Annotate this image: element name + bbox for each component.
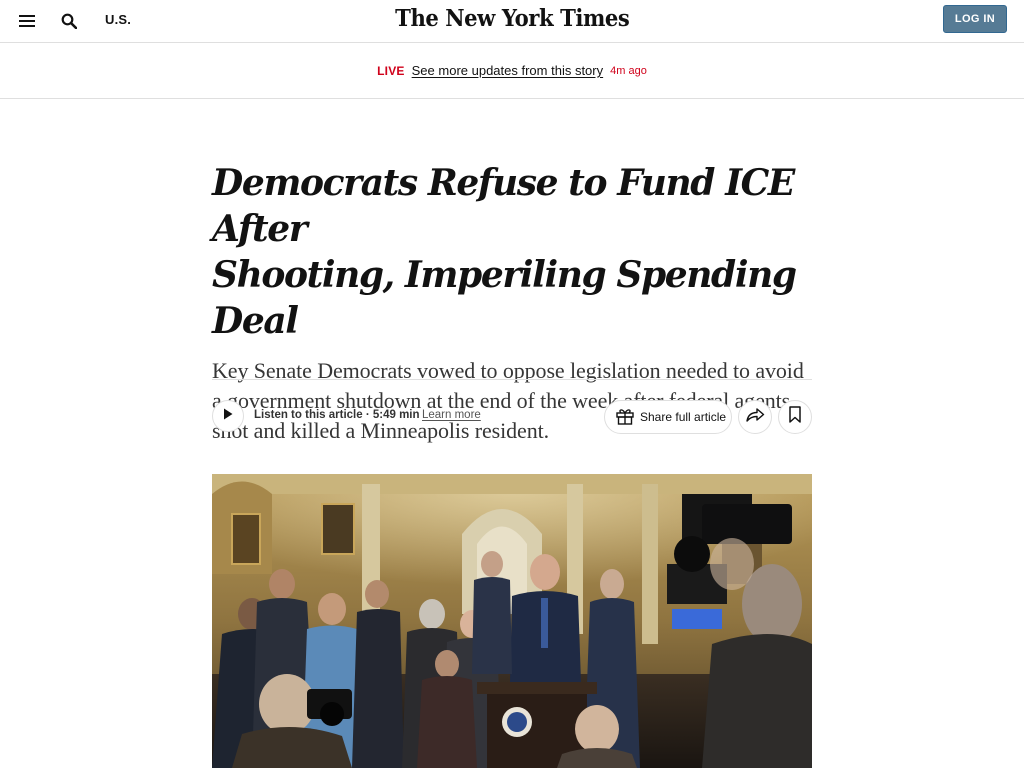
login-button[interactable]: LOG IN [943,5,1007,33]
listen-label: Listen to this article · 5:49 min [254,409,420,421]
learn-more-link[interactable]: Learn more [422,409,481,421]
headline-line-1: Democrats Refuse to Fund ICE After [212,162,795,250]
listen-separator: · [362,409,373,421]
masthead: U.S. The New York Times LOG IN [0,0,1024,43]
bookmark-icon [789,406,801,428]
share-button[interactable] [738,400,772,434]
divider [212,379,812,380]
live-updates-link[interactable]: See more updates from this story [412,63,603,78]
live-tag: LIVE [377,63,405,78]
headline-line-2: Shooting, Imperiling Spending Deal [212,254,797,342]
share-full-article-label: Share full article [640,410,727,424]
listen-text: Listen to this article [254,409,363,421]
play-audio-button[interactable] [212,400,244,432]
lead-photo [212,474,812,768]
nyt-logo[interactable]: The New York Times [0,5,1024,32]
nyt-logo-text: The New York Times [394,5,630,32]
article-toolbar: Listen to this article · 5:49 min Learn … [212,400,812,434]
live-timestamp: 4m ago [610,64,647,77]
headline: Democrats Refuse to Fund ICE After Shoot… [212,160,812,344]
listen-duration: 5:49 min [372,409,420,421]
save-bookmark-button[interactable] [778,400,812,434]
share-arrow-icon [745,407,765,428]
share-full-article-button[interactable]: Share full article [604,400,732,434]
play-icon [223,407,233,425]
gift-icon [615,407,635,428]
live-updates-bar: LIVE See more updates from this story 4m… [0,43,1024,99]
